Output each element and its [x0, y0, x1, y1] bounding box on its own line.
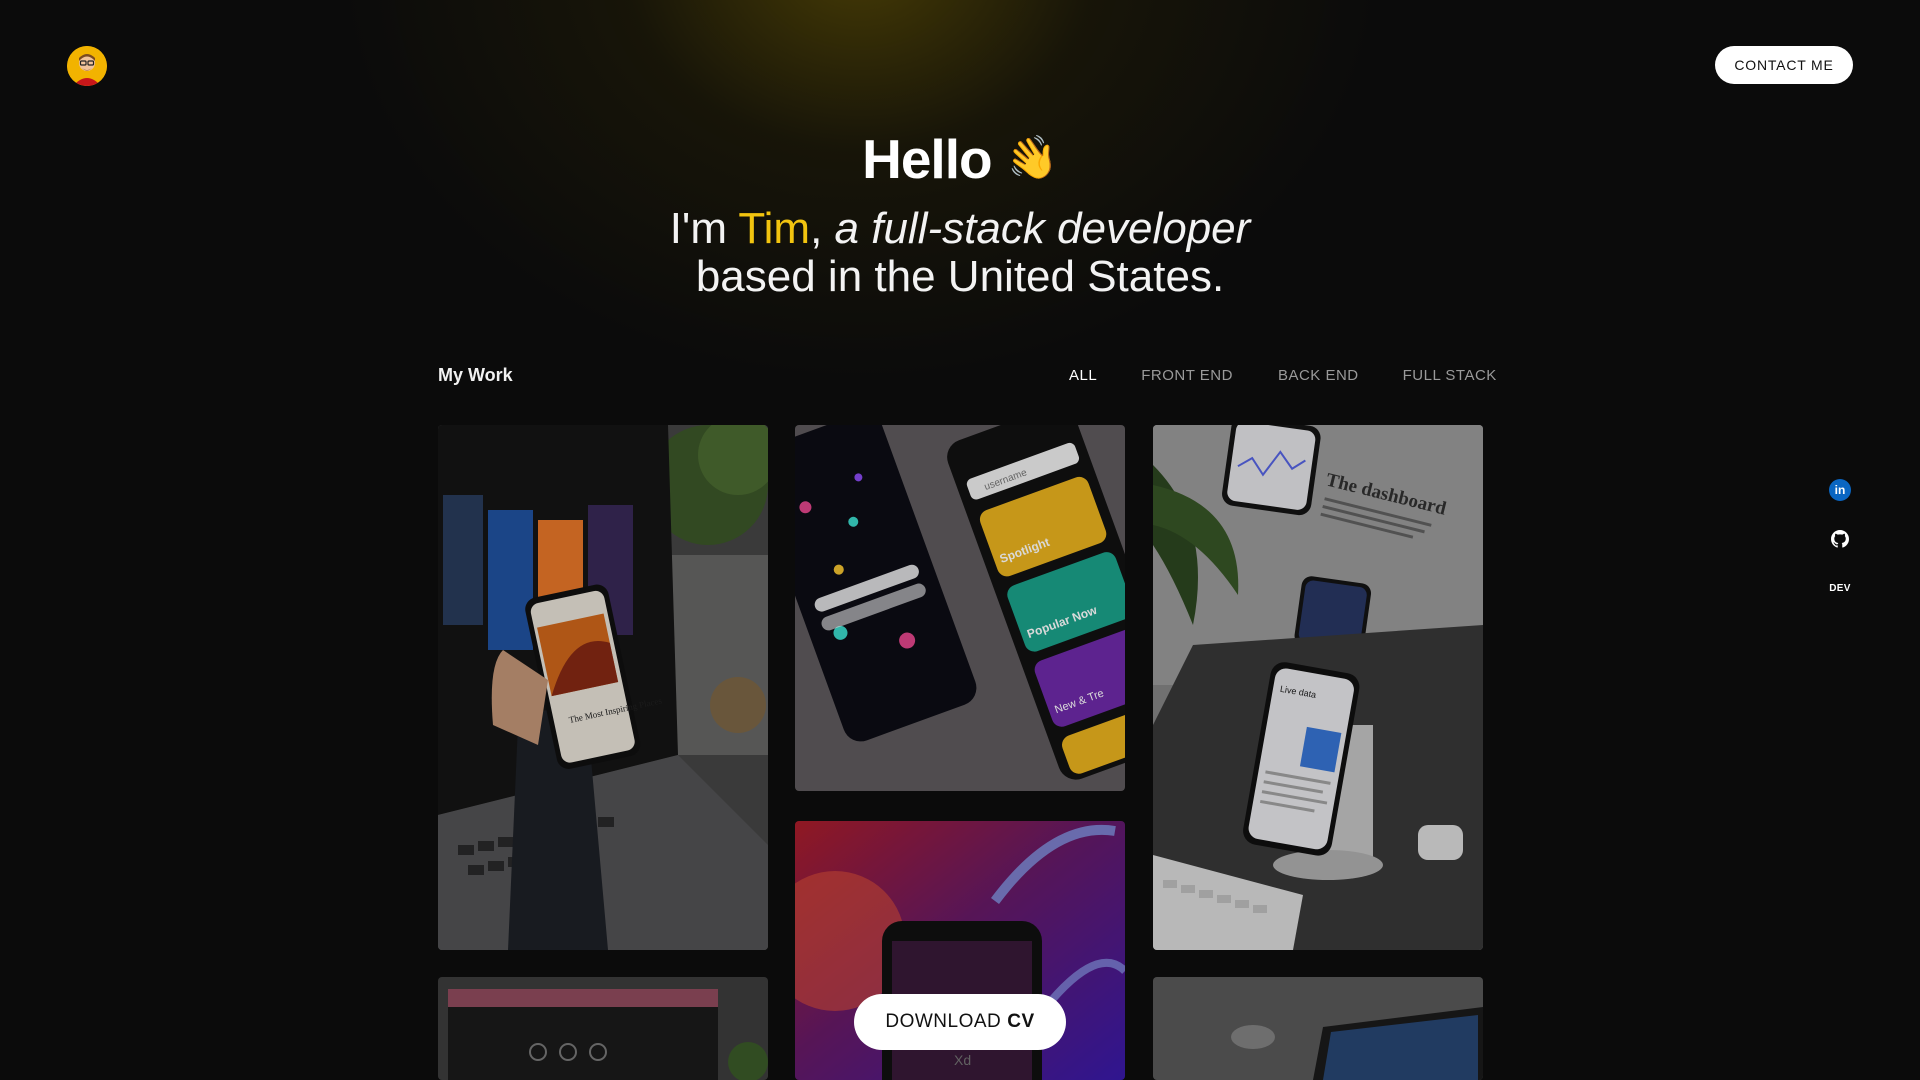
project-card-travel-app[interactable]: The Most Inspiring Places — [438, 425, 768, 950]
tagline-location: based in the United States. — [695, 252, 1225, 301]
project-card-monitor[interactable] — [438, 977, 768, 1080]
linkedin-link[interactable]: in — [1828, 478, 1852, 502]
project-image-dashboard: The dashboard Live data — [1153, 425, 1483, 950]
dev-link[interactable]: DEV — [1828, 576, 1852, 600]
filter-back-end[interactable]: BACK END — [1278, 367, 1359, 384]
tagline-comma: , — [810, 204, 823, 253]
download-cv-button[interactable]: DOWNLOAD CV — [854, 994, 1066, 1050]
tagline-im: I'm — [669, 204, 739, 253]
project-image-music-app: yte username Spotlight Popular Now New &… — [795, 425, 1125, 791]
filter-front-end[interactable]: FRONT END — [1141, 367, 1233, 384]
contact-me-button[interactable]: CONTACT ME — [1715, 46, 1853, 84]
linkedin-icon: in — [1829, 479, 1851, 501]
my-work-title: My Work — [438, 365, 513, 385]
dev-icon: DEV — [1829, 582, 1851, 594]
download-cv-label: CV — [1007, 1011, 1035, 1032]
hello-heading: Hello — [862, 128, 992, 190]
tagline: I'm Tim, a full-stack developer based in… — [0, 205, 1920, 301]
github-icon — [1831, 530, 1849, 548]
portfolio-page: CONTACT ME Hello 👋 I'm Tim, a full-stack… — [0, 0, 1920, 1080]
avatar[interactable] — [67, 46, 107, 86]
project-card-dashboard[interactable]: The dashboard Live data — [1153, 425, 1483, 950]
github-link[interactable] — [1828, 527, 1852, 551]
social-links: in DEV — [1828, 478, 1852, 625]
filter-all[interactable]: ALL — [1069, 367, 1097, 384]
work-filters: ALL FRONT END BACK END FULL STACK — [1069, 367, 1497, 384]
project-card-music-app[interactable]: yte username Spotlight Popular Now New &… — [795, 425, 1125, 791]
project-image-desk — [1153, 977, 1483, 1080]
hero: Hello 👋 I'm Tim, a full-stack developer … — [0, 125, 1920, 301]
waving-hand-icon: 👋 — [1001, 130, 1062, 187]
tagline-name: Tim — [738, 204, 811, 253]
download-label: DOWNLOAD — [885, 1011, 1002, 1032]
tagline-role: a full-stack developer — [822, 204, 1251, 253]
project-image-travel-app: The Most Inspiring Places — [438, 425, 768, 950]
project-card-desk[interactable] — [1153, 977, 1483, 1080]
project-image-monitor — [438, 977, 768, 1080]
filter-full-stack[interactable]: FULL STACK — [1403, 367, 1497, 384]
